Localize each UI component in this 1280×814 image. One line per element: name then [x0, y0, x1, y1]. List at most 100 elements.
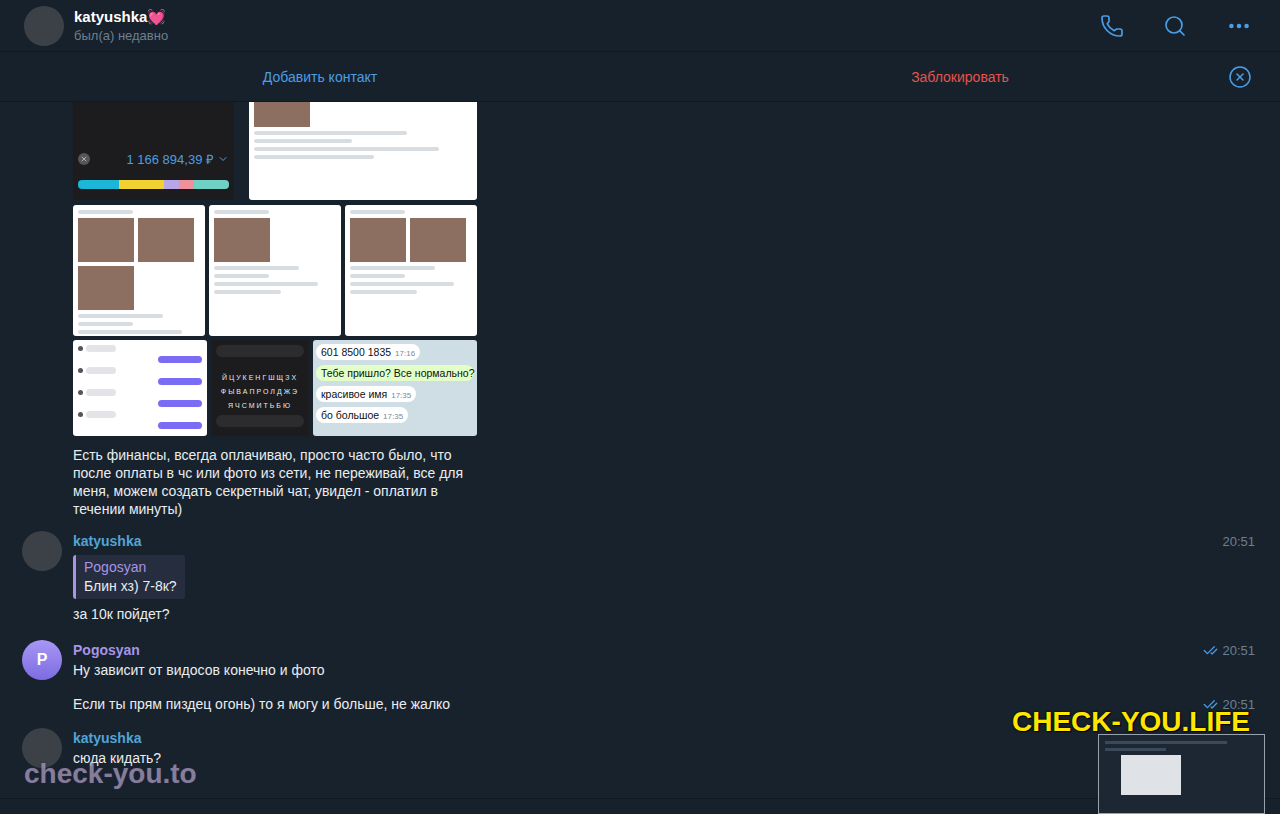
more-icon[interactable] [1226, 13, 1252, 39]
chat-header: katyushka💓 был(а) недавно [0, 0, 1280, 52]
message-time: 20:51 [1222, 534, 1255, 549]
placeholder-line [350, 282, 454, 286]
bubble-row [78, 400, 202, 407]
photo [214, 218, 270, 262]
photo [138, 218, 194, 262]
search-icon[interactable] [1163, 14, 1187, 38]
bubble [158, 400, 202, 407]
chat-screenshot[interactable] [73, 205, 205, 336]
bubble [86, 389, 116, 396]
spending-segment [78, 180, 119, 189]
photo [254, 102, 310, 127]
key-row: ФЫВАПРОЛДЖЭ [216, 387, 304, 396]
chat-screenshot[interactable] [209, 205, 341, 336]
close-icon [78, 153, 90, 165]
read-check-icon [1203, 643, 1218, 658]
reply-quote[interactable]: PogosyanБлин хз) 7-8к? [73, 555, 185, 599]
message-list: 1 166 894,39 ₽ ЙЦУКЕНГШЩЗХ ФЫВАПРОЛДЖЭ ЯЧСМ… [0, 102, 1280, 798]
bubble [158, 422, 202, 429]
sender-avatar[interactable] [22, 531, 62, 571]
album-row: 1 166 894,39 ₽ [73, 102, 1280, 200]
balance-amount: 1 166 894,39 ₽ [126, 150, 229, 168]
message-line: сюда кидать? [73, 748, 1255, 768]
album-row: ЙЦУКЕНГШЩЗХ ФЫВАПРОЛДЖЭ ЯЧСМИТЬБЮ 601 8500 … [73, 340, 1280, 436]
photo-list [254, 102, 472, 127]
photo-list [350, 218, 472, 262]
keyboard: ЙЦУКЕНГШЩЗХ ФЫВАПРОЛДЖЭ ЯЧСМИТЬБЮ [216, 373, 304, 431]
placeholder-line [254, 147, 439, 151]
screenshot-bubble: Тебе пришло? Все нормально? [316, 365, 474, 381]
chevron-down-icon [217, 153, 229, 165]
placeholder-line [254, 155, 374, 159]
contact-status: был(а) недавно [74, 28, 1090, 43]
message-field [216, 345, 304, 357]
bubble-row [78, 367, 202, 374]
bubble [86, 367, 116, 374]
placeholder-line [214, 290, 281, 294]
avatar-dot [78, 368, 83, 373]
sender-avatar[interactable]: P [22, 640, 62, 680]
key-row: ЙЦУКЕНГШЩЗХ [216, 373, 304, 382]
sender-name[interactable]: Pogosyan [73, 642, 140, 658]
placeholder-line [214, 274, 269, 278]
keyboard-screenshot[interactable]: ЙЦУКЕНГШЩЗХ ФЫВАПРОЛДЖЭ ЯЧСМИТЬБЮ [211, 340, 309, 436]
bubble [158, 356, 202, 363]
placeholder-line [350, 290, 417, 294]
placeholder-line [350, 210, 405, 214]
spending-segment [179, 180, 194, 189]
placeholder-line [78, 322, 133, 326]
input-bar[interactable] [0, 798, 1280, 814]
key-row: ЯЧСМИТЬБЮ [216, 401, 304, 410]
sender-name[interactable]: katyushka [73, 533, 141, 549]
photo [350, 218, 406, 262]
album-message: 1 166 894,39 ₽ ЙЦУКЕНГШЩЗХ ФЫВАПРОЛДЖЭ ЯЧСМ… [0, 102, 1280, 518]
contact-avatar[interactable] [24, 6, 64, 46]
sender-name[interactable]: katyushka [73, 730, 141, 746]
message-text: Если ты прям пиздец огонь) то я могу и б… [73, 694, 450, 714]
spending-segment [119, 180, 164, 189]
action-button[interactable]: Добавить контакт [0, 52, 640, 101]
avatar-dot [78, 390, 83, 395]
avatar-dot [78, 412, 83, 417]
placeholder-line [214, 210, 269, 214]
photo-list [214, 218, 336, 262]
chat-screenshot[interactable] [345, 205, 477, 336]
placeholder-line [254, 131, 407, 135]
placeholder-line [350, 274, 405, 278]
telegram-screenshot[interactable]: 601 8500 183517:16Тебе пришло? Все норма… [313, 340, 477, 436]
close-icon[interactable] [1228, 65, 1252, 89]
message-text: Ну зависит от видосов конечно и фото [73, 660, 324, 680]
action-bar: Добавить контактЗаблокировать [0, 52, 1280, 102]
bubble-row [78, 356, 202, 363]
bubble-row [78, 422, 202, 429]
message-time: 20:51 [1203, 643, 1255, 658]
message-line: Ну зависит от видосов конечно и фото [73, 660, 1255, 680]
screenshot-bubble: бо большое17:35 [316, 407, 408, 423]
photo-list [78, 218, 200, 310]
placeholder-line [78, 314, 163, 318]
placeholder-line [214, 282, 318, 286]
placeholder-line [214, 266, 299, 270]
action-button[interactable]: Заблокировать [640, 52, 1280, 101]
contact-name[interactable]: katyushka💓 [74, 8, 1090, 26]
phone-icon[interactable] [1100, 14, 1124, 38]
placeholder-line [78, 210, 133, 214]
placeholder-line [254, 139, 352, 143]
bubble [86, 411, 116, 418]
watermark: check-you.to [24, 758, 197, 790]
chat-screenshot[interactable] [249, 102, 477, 200]
photo [78, 266, 134, 310]
spending-bar [78, 180, 229, 189]
album-caption: Есть финансы, всегда оплачиваю, просто ч… [73, 446, 485, 518]
photo [410, 218, 466, 262]
avatar-dot [78, 346, 83, 351]
chat-window: katyushka💓 был(а) недавно Добавить контакт… [0, 0, 1280, 814]
bubble [86, 345, 116, 352]
message-group: P Pogosyan 20:51 Ну зависит от видосов коне… [0, 640, 1280, 714]
bubble-row [78, 411, 202, 418]
thumbnail-preview [1098, 734, 1265, 814]
bubble-row [78, 378, 202, 385]
balance-screenshot[interactable]: 1 166 894,39 ₽ [73, 102, 234, 200]
chat-screenshot[interactable] [73, 340, 207, 436]
placeholder-line [350, 266, 435, 270]
